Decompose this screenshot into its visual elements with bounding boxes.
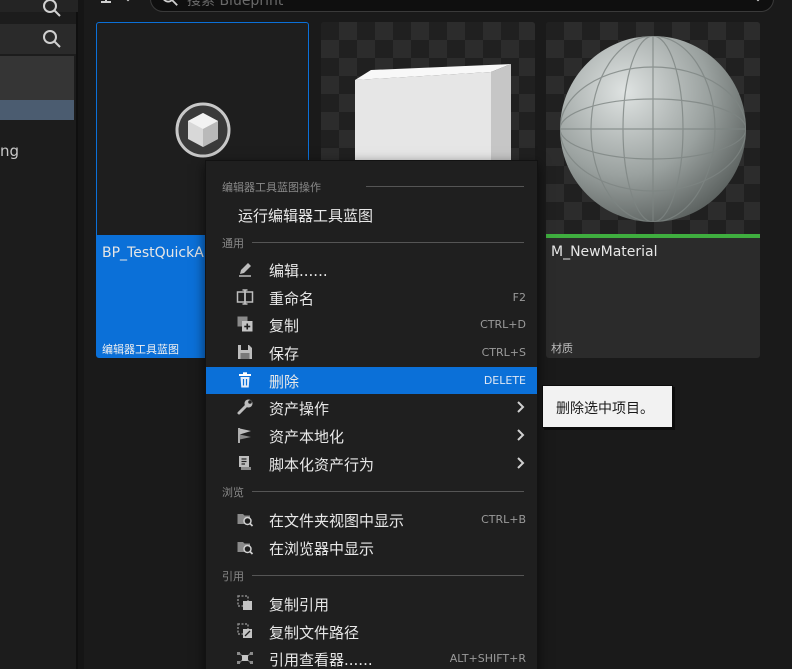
shortcut-label: CTRL+B [481,513,526,526]
menu-item-copy-file-path[interactable]: 复制文件路径 [206,618,537,645]
asset-type: 编辑器工具蓝图 [102,343,179,356]
menu-item-label: 重命名 [269,290,315,308]
search-icon[interactable] [42,0,62,18]
section-header-editor-utility: 编辑器工具蓝图操作 [222,181,321,194]
left-panel-search-row[interactable] [0,24,76,54]
left-panel-toolbar [0,0,78,17]
asset-search-box[interactable]: 搜索 Blueprint [150,0,774,12]
section-divider [252,242,524,243]
pencil-icon [239,263,251,277]
menu-item-label: 在浏览器中显示 [269,540,375,558]
left-panel: ng [0,0,78,669]
shortcut-label: CTRL+S [481,346,526,359]
chevron-down-icon[interactable] [751,0,765,5]
shortcut-label: ALT+SHIFT+R [449,652,526,665]
blueprint-cube-icon [175,102,231,158]
asset-type: 材质 [551,342,573,355]
section-header-browse: 浏览 [222,486,244,499]
menu-item-label: 复制文件路径 [269,624,360,642]
folder-tree-item-selected[interactable] [0,100,74,120]
menu-item-label: 保存 [269,345,300,363]
delete-tooltip: 删除选中项目。 [542,385,673,428]
menu-item-label: 复制 [269,317,300,335]
section-divider [252,575,524,576]
search-icon [163,0,178,6]
menu-item-label: 脚本化资产行为 [269,456,375,474]
asset-thumbnail [546,22,760,234]
menu-item-label: 引用查看器...... [269,651,373,669]
menu-item-label: 删除 [269,373,300,391]
menu-item-show-in-browser[interactable]: 在浏览器中显示 [206,534,537,561]
chevron-right-icon [517,401,525,413]
shortcut-label: DELETE [483,374,526,387]
shortcut-label: F2 [512,291,526,304]
asset-type-color-bar [546,234,760,238]
asset-context-menu: 编辑器工具蓝图操作 运行编辑器工具蓝图 通用 编辑...... 重命名 F2 复… [205,160,538,669]
flag-icon [238,428,251,443]
reference-viewer-icon [237,652,253,664]
menu-item-duplicate[interactable]: 复制 CTRL+D [206,311,537,338]
menu-item-save[interactable]: 保存 CTRL+S [206,339,537,366]
section-divider [366,186,524,187]
section-divider [252,491,524,492]
menu-item-label: 资产本地化 [269,428,345,446]
asset-tile-material[interactable]: M_NewMaterial 材质 [546,22,760,358]
filter-icon[interactable] [96,0,142,12]
search-input[interactable]: 搜索 Blueprint [187,0,283,10]
menu-item-label: 运行编辑器工具蓝图 [238,207,374,225]
menu-item-asset-actions[interactable]: 资产操作 [206,394,537,421]
script-icon [239,456,251,470]
folder-tree-label[interactable]: ng [0,142,19,160]
shortcut-label: CTRL+D [480,318,526,331]
trash-icon [239,372,251,388]
tooltip-text: 删除选中项目。 [556,401,654,417]
duplicate-icon [237,316,253,332]
save-icon [238,345,252,359]
menu-item-label: 复制引用 [269,596,330,614]
chevron-right-icon [517,429,525,441]
menu-item-label: 资产操作 [269,400,330,418]
rename-icon [236,289,254,305]
folder-tree-item[interactable] [0,56,74,100]
asset-name: BP_TestQuickA [102,245,204,261]
menu-item-asset-localization[interactable]: 资产本地化 [206,422,537,449]
folder-search-icon [237,542,254,555]
menu-item-delete[interactable]: 删除 DELETE [206,367,537,394]
material-sphere-preview [560,36,746,222]
folder-search-icon [237,514,254,527]
wrench-icon [237,399,253,415]
search-icon[interactable] [42,29,62,49]
copy-path-icon [237,623,252,638]
chevron-right-icon [517,457,525,469]
menu-item-run-editor-utility[interactable]: 运行编辑器工具蓝图 [206,201,537,228]
menu-item-label: 在文件夹视图中显示 [269,512,405,530]
asset-name: M_NewMaterial [551,244,658,260]
section-header-references: 引用 [222,570,244,583]
menu-item-reference-viewer[interactable]: 引用查看器...... ALT+SHIFT+R [206,645,537,669]
menu-item-label: 编辑...... [269,262,328,280]
menu-item-scripted-asset-actions[interactable]: 脚本化资产行为 [206,450,537,477]
menu-item-rename[interactable]: 重命名 F2 [206,284,537,311]
menu-item-edit[interactable]: 编辑...... [206,256,537,283]
menu-item-copy-reference[interactable]: 复制引用 [206,590,537,617]
copy-reference-icon [237,595,252,610]
section-header-common: 通用 [222,237,244,250]
menu-item-show-in-folder[interactable]: 在文件夹视图中显示 CTRL+B [206,506,537,533]
